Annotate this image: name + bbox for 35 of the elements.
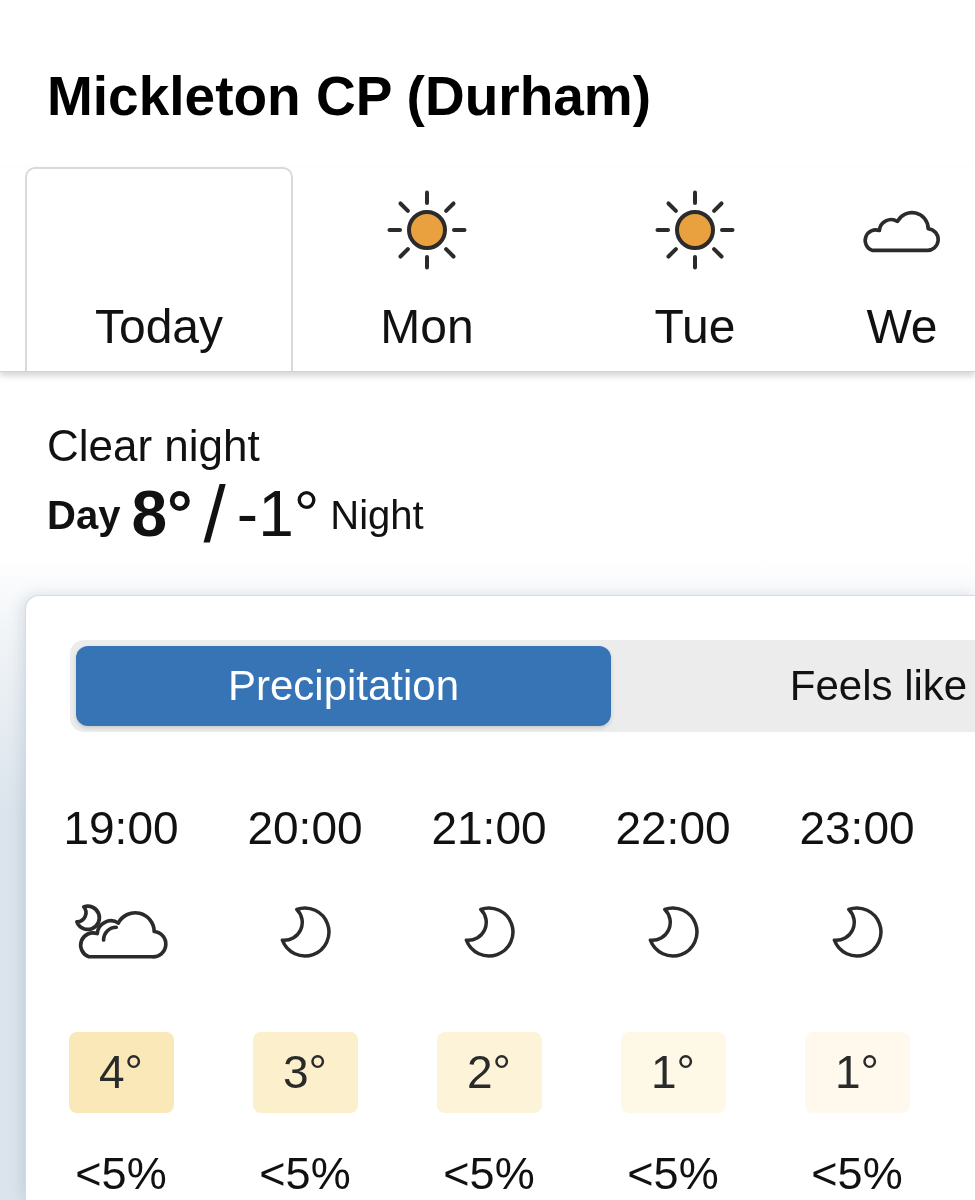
hour-temperature: 2° (436, 1031, 542, 1113)
hour-temperature: 4° (68, 1031, 174, 1113)
moon-icon (647, 905, 699, 958)
hour-time: 22:00 (615, 801, 731, 855)
moon-icon (279, 905, 331, 958)
hour-time: 19:00 (63, 801, 179, 855)
hour-time: 21:00 (431, 801, 547, 855)
hour-temperature: 3° (252, 1031, 358, 1113)
toggle-option[interactable]: Feels like (611, 645, 975, 726)
precipitation-chance: <5% (811, 1147, 903, 1200)
precipitation-chance: <5% (75, 1147, 167, 1200)
day-tab[interactable]: Mon (293, 167, 561, 372)
cloud-moon-icon (72, 902, 170, 961)
night-temperature: -1° (236, 478, 320, 552)
day-temperature: 8° (131, 478, 193, 552)
hour-time: 23:00 (799, 801, 915, 855)
weather-condition: Clear night (47, 421, 261, 472)
precipitation-chance: <5% (627, 1147, 719, 1200)
hour-time: 20:00 (247, 801, 363, 855)
location-title: Mickleton CP (Durham) (47, 65, 653, 129)
day-tab[interactable]: Tue (561, 167, 829, 372)
hour-temperature: 1° (620, 1031, 726, 1113)
precipitation-chance: <5% (443, 1147, 535, 1200)
day-label: Day (47, 491, 121, 538)
night-label: Night (330, 491, 424, 538)
moon-icon (831, 905, 883, 958)
precipitation-chance: <5% (259, 1147, 351, 1200)
hour-temperature: 1° (804, 1031, 910, 1113)
sun-icon (655, 190, 735, 271)
toggle-option[interactable]: Precipitation (76, 645, 611, 726)
temperature-separator: / (203, 474, 226, 555)
moon-icon (463, 905, 515, 958)
day-tab[interactable]: We (829, 167, 975, 372)
day-tab[interactable]: Today (25, 167, 293, 372)
sun-icon (387, 190, 467, 271)
